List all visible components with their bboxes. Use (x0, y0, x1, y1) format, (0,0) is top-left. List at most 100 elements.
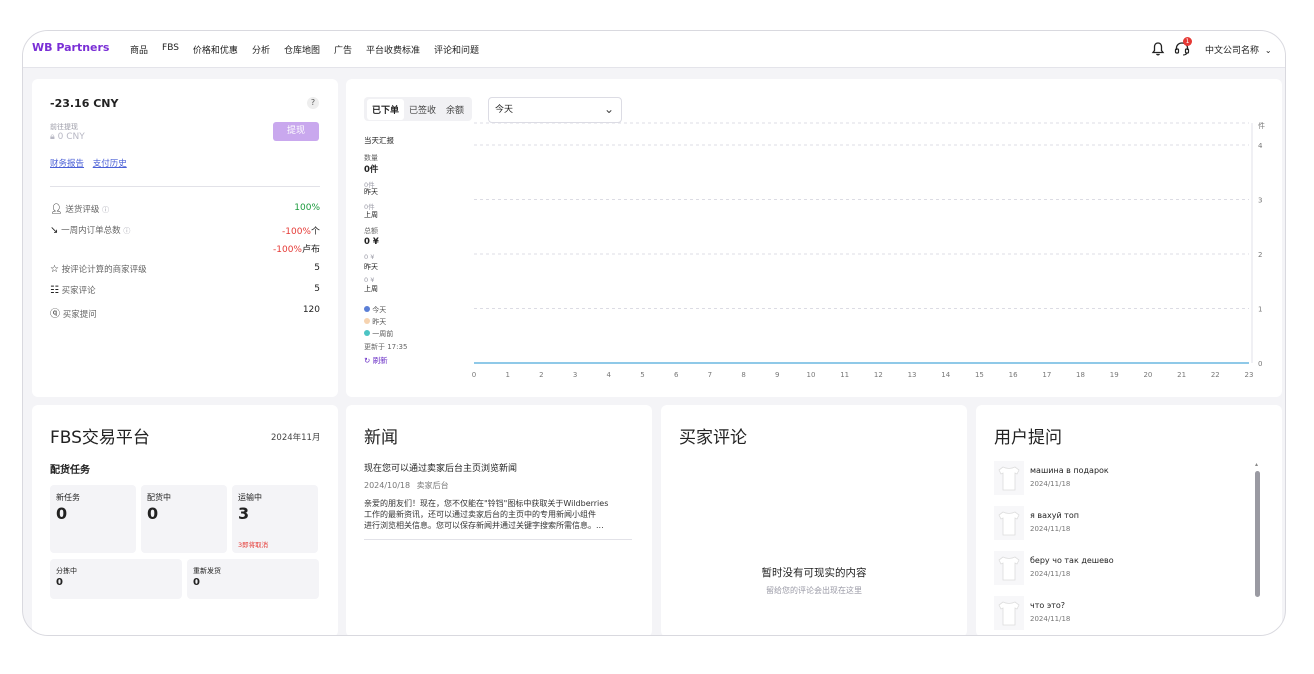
news-body-line: 进行浏览相关信息。您可以保存新闻并通过关键字搜索所需信息。... (364, 521, 604, 530)
x-tick-label: 18 (1076, 371, 1085, 379)
question-text: я вахуй топ (1030, 511, 1079, 520)
tshirt-icon (994, 551, 1024, 585)
company-name: 中文公司名称 (1205, 46, 1260, 56)
news-meta: 2024/10/18 卖家后台 (364, 480, 449, 491)
lock-icon: 🔒︎ (50, 132, 55, 142)
nav-item-fees[interactable]: 平台收费标准 (366, 43, 420, 56)
user-icon: 👤︎ (50, 204, 63, 215)
nav-item-ads[interactable]: 广告 (334, 43, 352, 56)
x-tick-label: 2 (539, 371, 543, 379)
tshirt-icon (994, 461, 1024, 495)
comment-icon: ☷ (50, 285, 59, 296)
balance-amount: -23.16 CNY (50, 97, 119, 110)
metric-label: 按评论计算的商家评级 (61, 265, 147, 275)
task-tile-new[interactable]: 新任务 0 (50, 485, 136, 553)
question-date: 2024/11/18 (1030, 525, 1071, 533)
tile-label: 重新发货 (193, 567, 221, 575)
withdraw-amount-row: 🔒︎ 0 CNY (50, 132, 85, 142)
news-source: 卖家后台 (416, 481, 449, 490)
news-card: 新闻 现在您可以通过卖家后台主页浏览新闻 2024/10/18 卖家后台 亲爱的… (346, 405, 652, 635)
metric-seller-rating: ☆ 按评论计算的商家评级 5 (50, 263, 320, 277)
app-window: WB Partners 商品 FBS 价格和优惠 分析 仓库地图 广告 平台收费… (22, 30, 1286, 636)
metric-weekly-orders: ↘ 一周内订单总数 ⓘ -100%个 (50, 224, 320, 238)
star-icon: ☆ (50, 264, 59, 275)
y-tick-label: 1 (1258, 306, 1262, 314)
x-tick-label: 7 (708, 371, 712, 379)
payment-history-link[interactable]: 支付历史 (93, 159, 127, 169)
metric-value-group: -100%个 (282, 224, 320, 237)
task-tile-in-transit[interactable]: 运输中 3 3即将取消 (232, 485, 318, 553)
reviews-title: 买家评论 (679, 428, 747, 448)
info-icon[interactable]: ⓘ (102, 206, 109, 214)
metric-label: 送货评级 (65, 205, 100, 215)
metric-weekly-revenue: -100%卢布 (50, 242, 320, 256)
main-nav: 商品 FBS 价格和优惠 分析 仓库地图 广告 平台收费标准 评论和问题 (130, 43, 479, 56)
info-icon[interactable]: ⓘ (123, 227, 130, 235)
metric-value: -100% (273, 245, 302, 255)
help-icon[interactable]: ? (307, 97, 319, 109)
chevron-down-icon: ⌄ (1264, 46, 1272, 55)
scrollbar-thumb[interactable] (1255, 471, 1260, 597)
nav-item-products[interactable]: 商品 (130, 43, 148, 56)
tshirt-icon (994, 596, 1024, 630)
support-button[interactable]: 1 (1173, 37, 1192, 58)
tile-note: 3即将取消 (238, 541, 269, 549)
withdraw-button[interactable]: 提现 (273, 122, 319, 141)
metric-value: 5 (314, 263, 320, 273)
news-date: 2024/10/18 (364, 481, 411, 490)
sales-line-chart: 01234件0 1 2 3 4 5 6 7 8 9 10 11 12 13 14 15 16 17 18 19 20 21… (472, 121, 1265, 379)
x-tick-label: 20 (1143, 371, 1152, 379)
question-date: 2024/11/18 (1030, 480, 1071, 488)
fbs-card: FBS交易平台 2024年11月 配货任务 新任务 0 配货中 0 运输中 3 … (32, 405, 338, 635)
tile-value: 0 (147, 504, 159, 523)
x-tick-label: 21 (1177, 371, 1186, 379)
trend-down-icon: ↘ (50, 225, 59, 236)
question-text: машина в подарок (1030, 466, 1109, 475)
question-item[interactable]: беру чо так дешево 2024/11/18 (994, 551, 1254, 585)
news-headline[interactable]: 现在您可以通过卖家后台主页浏览新闻 (364, 461, 517, 474)
x-tick-label: 15 (975, 371, 984, 379)
metric-unit: 个 (310, 227, 320, 237)
questions-card: 用户提问 машина в подарок 2024/11/18 я вахуй… (976, 405, 1282, 635)
metric-value: -100% (282, 227, 311, 237)
task-tile-reship[interactable]: 重新发货 0 (187, 559, 319, 599)
nav-item-reviews-questions[interactable]: 评论和问题 (434, 43, 479, 56)
top-navigation-bar: WB Partners 商品 FBS 价格和优惠 分析 仓库地图 广告 平台收费… (23, 31, 1285, 68)
question-item[interactable]: я вахуй топ 2024/11/18 (994, 506, 1254, 540)
tile-label: 新任务 (56, 493, 80, 502)
x-tick-label: 11 (840, 371, 849, 379)
y-tick-label: 4 (1258, 142, 1263, 150)
question-item[interactable]: машина в подарок 2024/11/18 (994, 461, 1254, 495)
question-item[interactable]: что это? 2024/11/18 (994, 596, 1254, 630)
logo[interactable]: WB Partners (32, 41, 109, 54)
nav-item-warehouse-map[interactable]: 仓库地图 (284, 43, 320, 56)
nav-item-analytics[interactable]: 分析 (252, 43, 270, 56)
x-tick-label: 5 (640, 371, 644, 379)
question-date: 2024/11/18 (1030, 570, 1071, 578)
x-tick-label: 16 (1009, 371, 1018, 379)
nav-item-fbs[interactable]: FBS (162, 43, 179, 56)
bell-icon[interactable] (1150, 41, 1166, 57)
task-tile-assembling[interactable]: 配货中 0 (141, 485, 227, 553)
financial-report-link[interactable]: 财务报告 (50, 159, 84, 169)
x-tick-label: 9 (775, 371, 779, 379)
question-text: беру чо так дешево (1030, 556, 1114, 565)
x-tick-label: 23 (1245, 371, 1254, 379)
x-tick-label: 6 (674, 371, 679, 379)
reviews-empty-title: 暂时没有可现实的内容 (761, 567, 867, 579)
news-body-line: 亲爱的朋友们！现在，您不仅能在"铃铛"图标中获取关于Wildberries (364, 499, 609, 508)
news-body-line: 工作的最新资讯，还可以通过卖家后台的主页中的专用新闻小组件 (364, 510, 596, 519)
tile-label: 运输中 (238, 493, 262, 502)
task-tile-sorting[interactable]: 分拣中 0 (50, 559, 182, 599)
y-tick-label: 3 (1258, 197, 1262, 205)
metric-buyer-questions: ⓠ 买家提问 120 (50, 305, 320, 320)
questions-title: 用户提问 (994, 428, 1062, 448)
company-selector[interactable]: 中文公司名称 ⌄ (1205, 43, 1272, 56)
nav-item-prices[interactable]: 价格和优惠 (193, 43, 238, 56)
balance-card: -23.16 CNY ? 前往提现 🔒︎ 0 CNY 提现 财务报告 支付历史 … (32, 79, 338, 397)
y-axis-unit: 件 (1258, 121, 1265, 130)
x-tick-label: 14 (941, 371, 950, 379)
balance-links: 财务报告 支付历史 (50, 157, 127, 169)
metric-value: 5 (314, 284, 320, 294)
divider (364, 539, 632, 540)
